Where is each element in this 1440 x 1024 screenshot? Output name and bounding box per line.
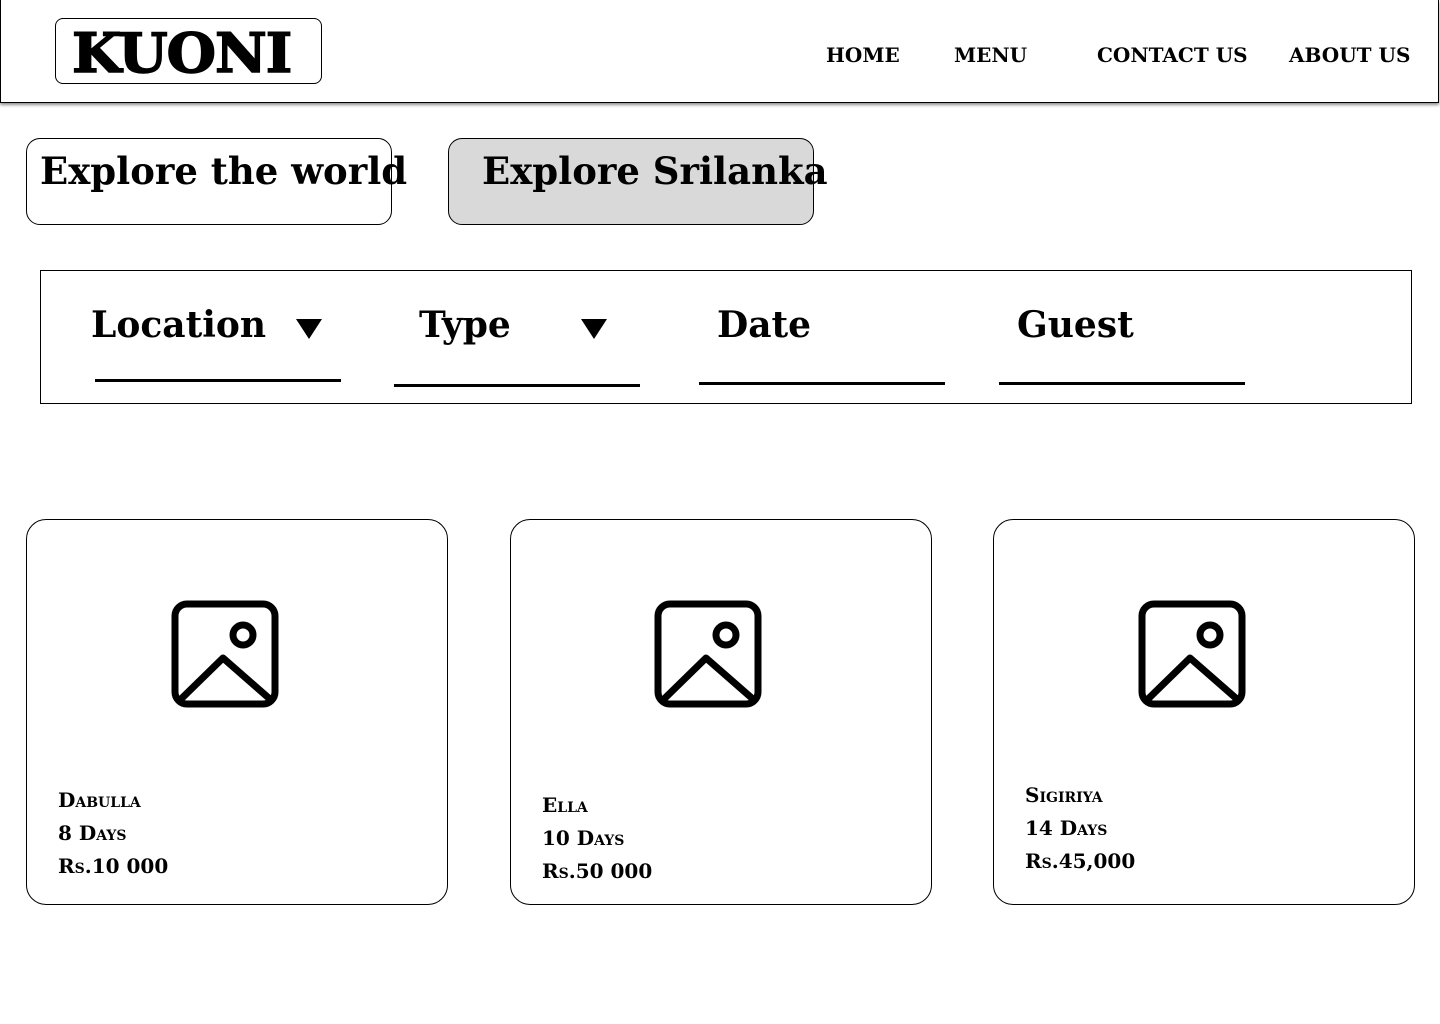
location-underline (95, 379, 341, 382)
card-title: Sigiriya (1025, 783, 1103, 807)
dropdown-arrow-icon (581, 319, 607, 339)
card-price: Rs.50 000 (542, 859, 653, 883)
card-title: Dabulla (58, 788, 141, 812)
search-filter-bar: Location Type Date Guest (40, 270, 1412, 404)
card-duration: 14 Days (1025, 816, 1108, 840)
tab-label: Explore Srilanka (482, 149, 828, 193)
guest-label: Guest (1017, 304, 1134, 346)
date-label: Date (717, 304, 812, 346)
tab-label: Explore the world (40, 149, 408, 193)
nav-menu[interactable]: MENU (954, 42, 1027, 68)
type-dropdown[interactable]: Type (393, 271, 653, 405)
guest-field[interactable]: Guest (998, 271, 1258, 405)
date-underline (699, 382, 945, 385)
image-placeholder-icon (654, 600, 762, 708)
dropdown-arrow-icon (296, 319, 322, 339)
nav-contact-us[interactable]: CONTACT US (1097, 42, 1248, 68)
card-duration: 8 Days (58, 821, 127, 845)
nav-about-us[interactable]: ABOUT US (1289, 42, 1410, 68)
guest-underline (999, 382, 1245, 385)
location-label: Location (91, 304, 267, 346)
logo-text: KUONI (71, 21, 293, 85)
tab-explore-world[interactable]: Explore the world (26, 138, 407, 225)
card-details: Dabulla 8 Days Rs.10 000 (58, 784, 168, 883)
card-price: Rs.45,000 (1025, 849, 1136, 873)
date-field[interactable]: Date (698, 271, 958, 405)
card-details: Ella 10 Days Rs.50 000 (542, 789, 652, 888)
type-label: Type (419, 304, 511, 346)
image-placeholder-icon (1138, 600, 1246, 708)
logo[interactable]: KUONI (55, 18, 322, 84)
site-header: KUONI HOME MENU CONTACT US ABOUT US (0, 0, 1439, 103)
image-placeholder-icon (171, 600, 279, 708)
card-price: Rs.10 000 (58, 854, 169, 878)
card-title: Ella (542, 793, 588, 817)
tab-explore-srilanka[interactable]: Explore Srilanka (448, 138, 828, 225)
tour-card-sigiriya[interactable]: Sigiriya 14 Days Rs.45,000 (993, 519, 1415, 905)
tour-card-dabulla[interactable]: Dabulla 8 Days Rs.10 000 (26, 519, 448, 905)
type-underline (394, 384, 640, 387)
tour-card-ella[interactable]: Ella 10 Days Rs.50 000 (510, 519, 932, 905)
card-details: Sigiriya 14 Days Rs.45,000 (1025, 779, 1135, 878)
location-dropdown[interactable]: Location (91, 271, 351, 405)
card-duration: 10 Days (542, 826, 625, 850)
nav-home[interactable]: HOME (826, 42, 900, 68)
